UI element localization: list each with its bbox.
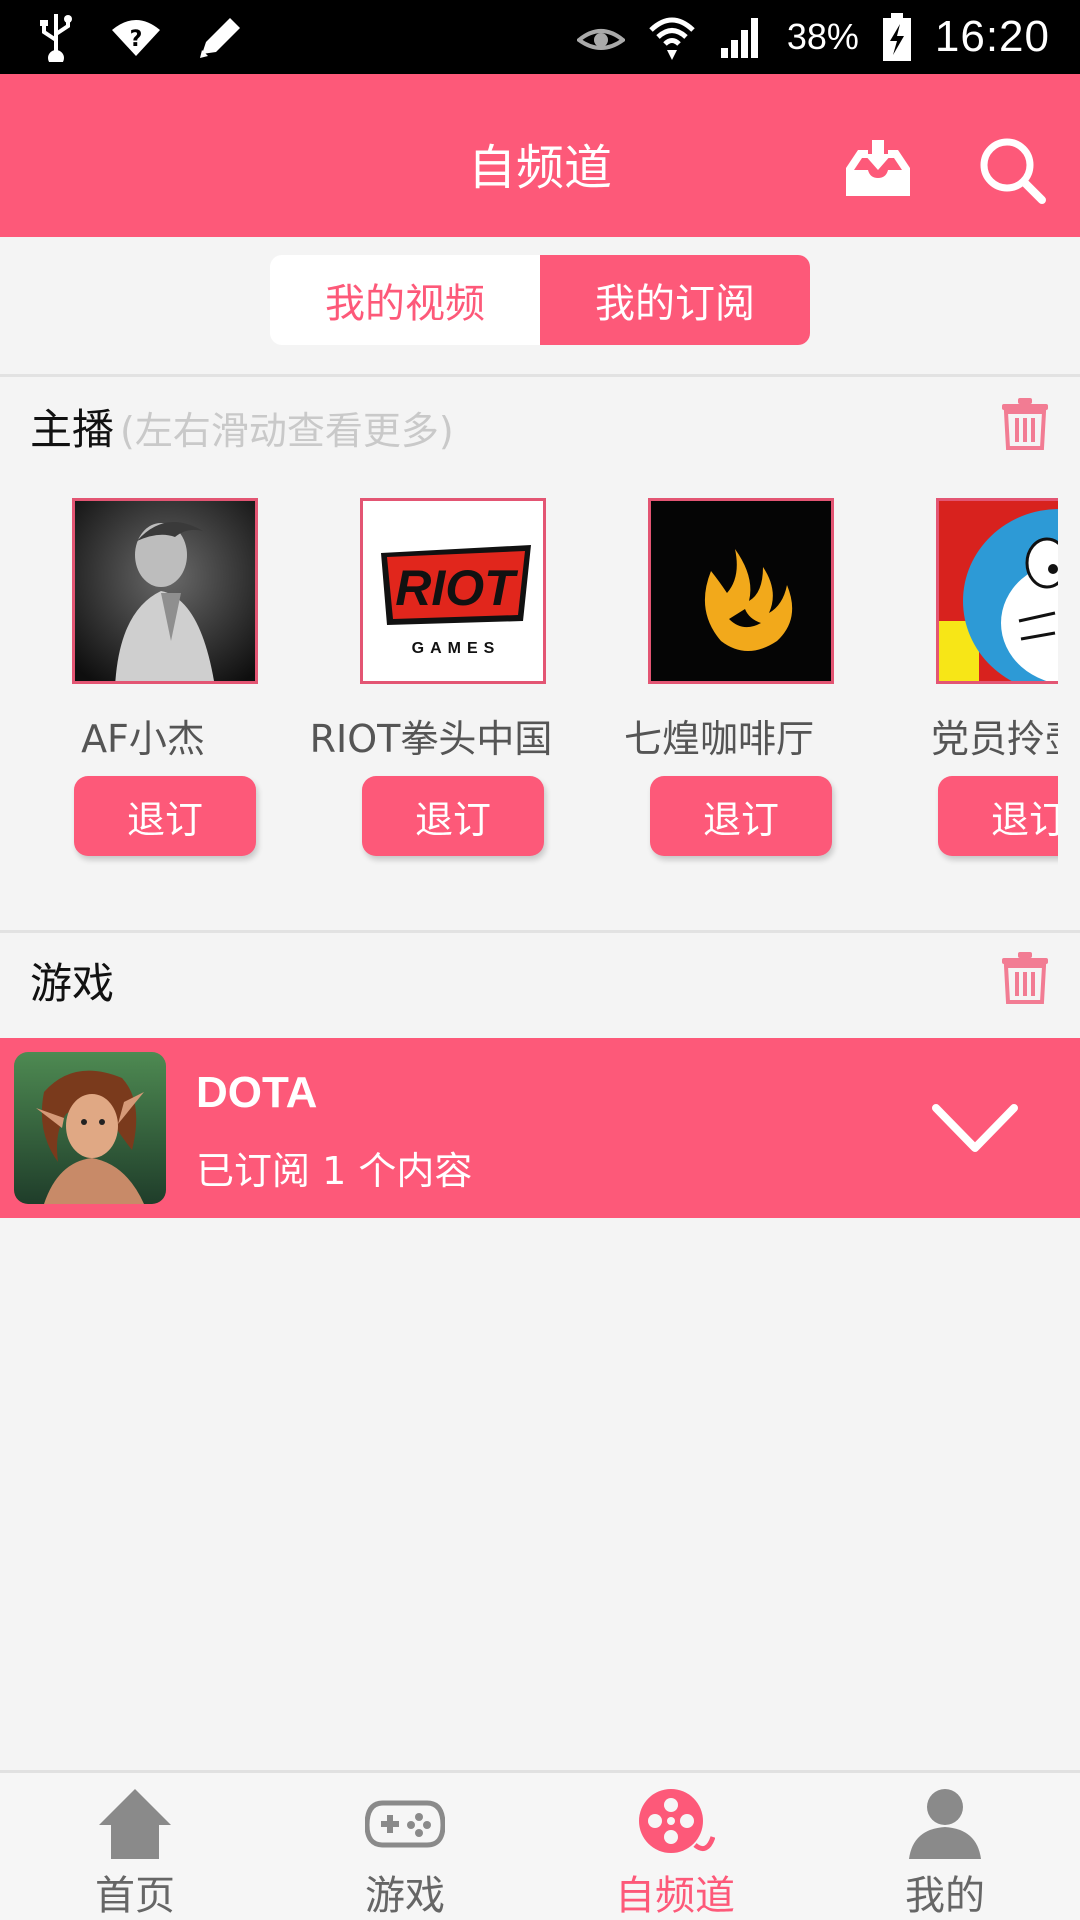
subscription-tabs: 我的视频 我的订阅 bbox=[270, 255, 810, 345]
battery-percent: 38% bbox=[786, 16, 859, 57]
bottom-nav: 首页 游戏 自频道 我的 bbox=[0, 1770, 1080, 1920]
nav-games[interactable]: 游戏 bbox=[270, 1773, 540, 1920]
nav-games-label: 游戏 bbox=[365, 1873, 445, 1919]
anchor-photo bbox=[75, 501, 255, 681]
avatar[interactable] bbox=[936, 498, 1058, 684]
person-icon bbox=[909, 1789, 981, 1859]
tab-my-subscriptions[interactable]: 我的订阅 bbox=[540, 255, 810, 345]
clock: 16:20 bbox=[934, 12, 1050, 61]
wifi-question-icon: ? bbox=[112, 20, 160, 56]
riot-games-logo: RIOT GAMES bbox=[363, 501, 543, 681]
anchor-name: 党员拎壶 bbox=[930, 717, 1058, 761]
games-logo-text: GAMES bbox=[412, 640, 501, 657]
status-right-icons: 38% 16:20 bbox=[576, 10, 1050, 64]
search-button[interactable] bbox=[978, 136, 1046, 204]
anchors-section-title: 主播 (左右滑动查看更多) bbox=[30, 396, 454, 457]
unsubscribe-button[interactable]: 退订 bbox=[74, 776, 256, 856]
trash-icon bbox=[1002, 398, 1048, 450]
tab-my-videos[interactable]: 我的视频 bbox=[270, 255, 540, 345]
nav-home[interactable]: 首页 bbox=[0, 1773, 270, 1920]
app-bar: 自频道 bbox=[0, 74, 1080, 237]
anchor-name: AF小杰 bbox=[81, 717, 205, 761]
nav-home-label: 首页 bbox=[95, 1873, 175, 1919]
nav-profile-label: 我的 bbox=[905, 1873, 985, 1919]
page-title: 自频道 bbox=[467, 140, 612, 196]
eye-icon bbox=[576, 29, 625, 50]
anchor-name: 七煌咖啡厅 bbox=[623, 717, 814, 761]
search-icon bbox=[980, 138, 1046, 204]
status-bar: ? 38% 16:20 bbox=[0, 0, 1080, 74]
avatar[interactable] bbox=[648, 498, 834, 684]
qihuang-logo bbox=[651, 501, 831, 681]
signal-icon bbox=[720, 18, 758, 58]
gamepad-icon bbox=[365, 1800, 445, 1848]
divider bbox=[0, 930, 1080, 933]
avatar[interactable] bbox=[72, 498, 258, 684]
doraemon-avatar bbox=[939, 501, 1058, 681]
unsubscribe-button[interactable]: 退订 bbox=[362, 776, 544, 856]
nav-channel[interactable]: 自频道 bbox=[540, 1773, 810, 1920]
avatar[interactable]: RIOT GAMES bbox=[360, 498, 546, 684]
divider bbox=[0, 374, 1080, 377]
wifi-icon bbox=[649, 17, 695, 60]
edit-icon bbox=[200, 18, 240, 58]
anchor-list[interactable]: AF小杰 退订 RIOT GAMES RIOT拳头中国 退订 七煌咖啡厅 退订 bbox=[0, 490, 1058, 870]
anchor-name: RIOT拳头中国 bbox=[309, 717, 553, 761]
home-icon bbox=[99, 1789, 171, 1859]
download-icon bbox=[846, 140, 910, 196]
delete-games-button[interactable] bbox=[1002, 952, 1048, 1004]
battery-icon bbox=[882, 13, 911, 61]
game-thumbnail bbox=[14, 1052, 166, 1204]
download-button[interactable] bbox=[844, 138, 912, 198]
usb-icon bbox=[40, 14, 72, 62]
svg-text:?: ? bbox=[130, 27, 143, 52]
riot-logo-text: RIOT bbox=[395, 560, 519, 616]
game-name: DOTA bbox=[196, 1068, 318, 1117]
expand-button[interactable] bbox=[930, 1098, 1020, 1158]
delete-anchors-button[interactable] bbox=[1002, 398, 1048, 450]
unsubscribe-button[interactable]: 退订 bbox=[938, 776, 1058, 856]
game-subscription-count: 已订阅 1 个内容 bbox=[196, 1149, 473, 1193]
chevron-down-icon bbox=[932, 1104, 1018, 1152]
game-row-dota[interactable]: DOTA 已订阅 1 个内容 bbox=[0, 1038, 1080, 1218]
nav-channel-label: 自频道 bbox=[615, 1873, 735, 1919]
status-left-icons: ? bbox=[36, 10, 244, 64]
dota-hero-image bbox=[14, 1052, 166, 1204]
unsubscribe-button[interactable]: 退订 bbox=[650, 776, 832, 856]
nav-profile[interactable]: 我的 bbox=[810, 1773, 1080, 1920]
trash-icon bbox=[1002, 952, 1048, 1004]
anchors-title: 主播 bbox=[30, 405, 115, 454]
games-section-title: 游戏 bbox=[30, 959, 115, 1008]
anchors-hint: (左右滑动查看更多) bbox=[120, 409, 454, 453]
film-reel-icon bbox=[639, 1789, 715, 1853]
